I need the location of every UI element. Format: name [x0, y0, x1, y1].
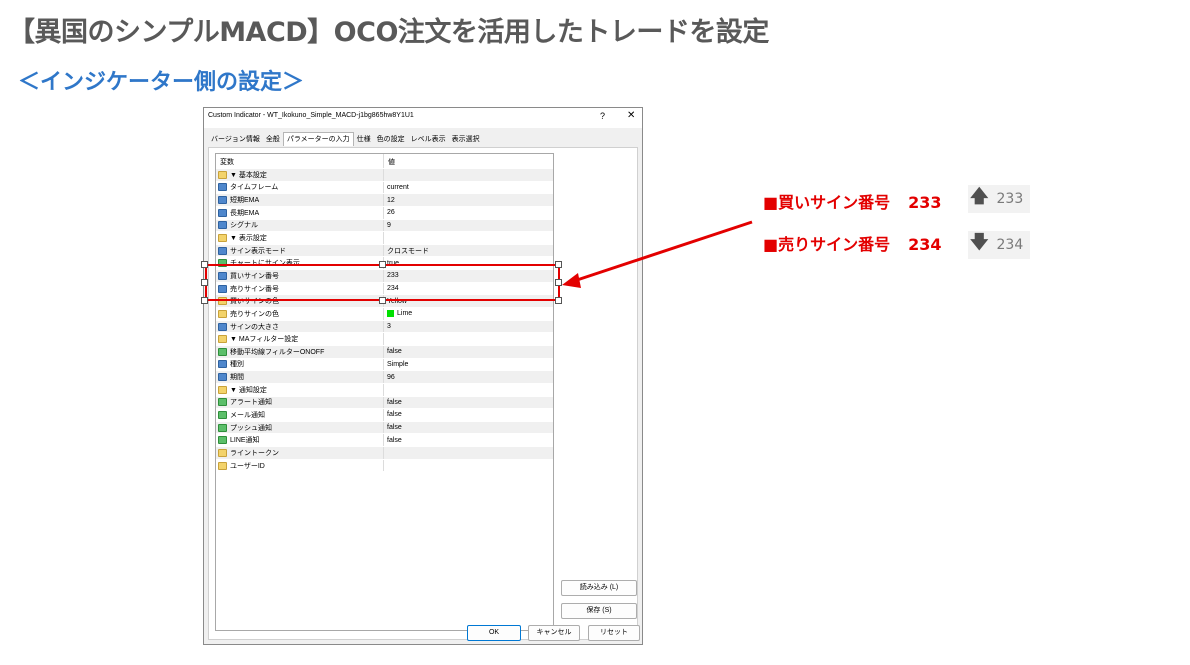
sell-signal-annotation: ■売りサイン番号 234 [763, 231, 942, 255]
sell-arrow-code: 234 [996, 237, 1024, 253]
buy-arrow-code: 233 [996, 191, 1024, 207]
buy-arrow-preview: 🡅 233 [968, 185, 1030, 213]
buy-signal-label: ■買いサイン番号 [763, 193, 891, 212]
buy-signal-annotation: ■買いサイン番号 233 [763, 189, 942, 213]
annotation-arrow [562, 220, 753, 288]
sell-signal-number: 234 [908, 235, 942, 254]
sell-signal-label: ■売りサイン番号 [763, 235, 891, 254]
arrow-down-icon: 🡇 [970, 232, 989, 253]
arrow-up-icon: 🡅 [970, 186, 989, 207]
sell-arrow-preview: 🡇 234 [968, 231, 1030, 259]
buy-signal-number: 233 [908, 193, 942, 212]
